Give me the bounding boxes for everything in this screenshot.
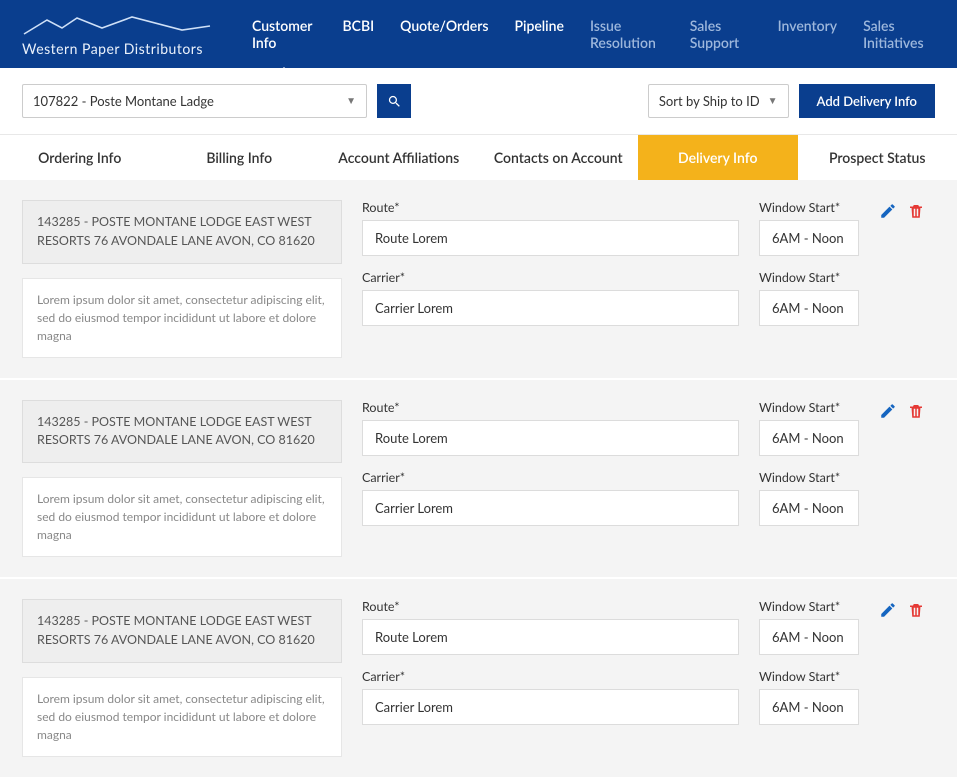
- add-delivery-button[interactable]: Add Delivery Info: [799, 84, 935, 118]
- description-box: Lorem ipsum dolor sit amet, consectetur …: [22, 278, 342, 358]
- nav-inventory[interactable]: Inventory: [776, 0, 839, 74]
- delete-icon[interactable]: [907, 601, 925, 757]
- delivery-row: 143285 - POSTE MONTANE LODGE EAST WEST R…: [0, 579, 957, 779]
- brand-logo: Western Paper Distributors: [22, 12, 212, 57]
- tab-ordering-info[interactable]: Ordering Info: [0, 135, 160, 180]
- delivery-row: 143285 - POSTE MONTANE LODGE EAST WEST R…: [0, 380, 957, 580]
- window-start-label: Window Start*: [759, 470, 859, 485]
- carrier-input[interactable]: Carrier Lorem: [362, 490, 739, 526]
- route-label: Route*: [362, 599, 739, 614]
- address-box: 143285 - POSTE MONTANE LODGE EAST WEST R…: [22, 599, 342, 663]
- window-start-input[interactable]: 6AM - Noon: [759, 290, 859, 326]
- delivery-rows: 143285 - POSTE MONTANE LODGE EAST WEST R…: [0, 180, 957, 779]
- description-box: Lorem ipsum dolor sit amet, consectetur …: [22, 677, 342, 757]
- customer-select[interactable]: 107822 - Poste Montane Ladge ▼: [22, 84, 367, 118]
- edit-icon[interactable]: [879, 601, 897, 757]
- delivery-row: 143285 - POSTE MONTANE LODGE EAST WEST R…: [0, 180, 957, 380]
- carrier-label: Carrier*: [362, 470, 739, 485]
- window-start-input[interactable]: 6AM - Noon: [759, 420, 859, 456]
- address-box: 143285 - POSTE MONTANE LODGE EAST WEST R…: [22, 200, 342, 264]
- route-input[interactable]: Route Lorem: [362, 220, 739, 256]
- chevron-down-icon: ▼: [768, 95, 778, 107]
- sort-select-value: Sort by Ship to ID: [659, 93, 760, 109]
- description-box: Lorem ipsum dolor sit amet, consectetur …: [22, 477, 342, 557]
- route-input[interactable]: Route Lorem: [362, 420, 739, 456]
- window-start-label: Window Start*: [759, 669, 859, 684]
- nav-quote-orders[interactable]: Quote/Orders: [398, 0, 490, 74]
- window-start-input[interactable]: 6AM - Noon: [759, 689, 859, 725]
- route-label: Route*: [362, 200, 739, 215]
- chevron-down-icon: ▼: [346, 95, 356, 107]
- tab-account-affiliations[interactable]: Account Affiliations: [319, 135, 479, 180]
- edit-icon[interactable]: [879, 202, 897, 358]
- carrier-input[interactable]: Carrier Lorem: [362, 290, 739, 326]
- nav-items: Customer Info BCBI Quote/Orders Pipeline Iss…: [250, 0, 935, 74]
- edit-icon[interactable]: [879, 402, 897, 558]
- window-start-label: Window Start*: [759, 400, 859, 415]
- tab-billing-info[interactable]: Billing Info: [160, 135, 320, 180]
- tab-prospect-status[interactable]: Prospect Status: [798, 135, 957, 180]
- nav-issue-resolution[interactable]: Issue Resolution: [588, 0, 666, 74]
- route-label: Route*: [362, 400, 739, 415]
- delete-icon[interactable]: [907, 202, 925, 358]
- nav-bcbi[interactable]: BCBI: [341, 0, 377, 74]
- tab-contacts-on-account[interactable]: Contacts on Account: [479, 135, 639, 180]
- carrier-input[interactable]: Carrier Lorem: [362, 689, 739, 725]
- window-start-label: Window Start*: [759, 270, 859, 285]
- nav-customer-info[interactable]: Customer Info: [250, 0, 319, 74]
- delete-icon[interactable]: [907, 402, 925, 558]
- route-input[interactable]: Route Lorem: [362, 619, 739, 655]
- brand-name: Western Paper Distributors: [22, 40, 212, 57]
- window-start-input[interactable]: 6AM - Noon: [759, 220, 859, 256]
- customer-select-value: 107822 - Poste Montane Ladge: [33, 93, 214, 109]
- window-start-label: Window Start*: [759, 200, 859, 215]
- sort-select[interactable]: Sort by Ship to ID ▼: [648, 84, 789, 118]
- address-box: 143285 - POSTE MONTANE LODGE EAST WEST R…: [22, 400, 342, 464]
- search-button[interactable]: [377, 84, 411, 118]
- toolbar: 107822 - Poste Montane Ladge ▼ Sort by S…: [0, 68, 957, 135]
- top-navbar: Western Paper Distributors Customer Info…: [0, 0, 957, 68]
- carrier-label: Carrier*: [362, 669, 739, 684]
- nav-sales-support[interactable]: Sales Support: [688, 0, 754, 74]
- carrier-label: Carrier*: [362, 270, 739, 285]
- nav-pipeline[interactable]: Pipeline: [512, 0, 565, 74]
- window-start-label: Window Start*: [759, 599, 859, 614]
- search-icon: [387, 94, 402, 109]
- tab-delivery-info[interactable]: Delivery Info: [638, 135, 798, 180]
- subtabs: Ordering InfoBilling InfoAccount Affilia…: [0, 135, 957, 180]
- window-start-input[interactable]: 6AM - Noon: [759, 490, 859, 526]
- nav-sales-initiatives[interactable]: Sales Initiatives: [861, 0, 935, 74]
- window-start-input[interactable]: 6AM - Noon: [759, 619, 859, 655]
